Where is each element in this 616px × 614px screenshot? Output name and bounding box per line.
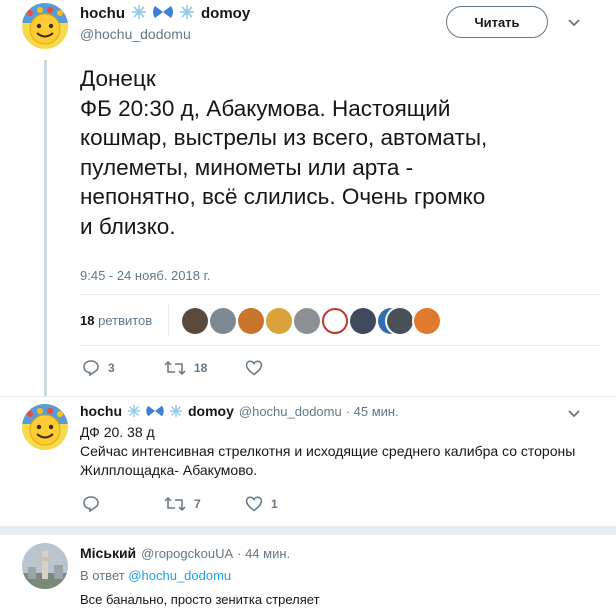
retweeter-avatar[interactable] <box>210 308 236 334</box>
section-separator <box>0 526 616 535</box>
author-handle: @hochu_dodomu <box>238 403 342 419</box>
reply-icon <box>83 496 99 513</box>
retweets-count: 18 <box>80 313 95 328</box>
author-name-right: domoy <box>201 5 251 22</box>
like-count: 1 <box>271 497 278 511</box>
retweeter-avatar[interactable] <box>266 308 292 334</box>
name-emoji-decoration <box>131 4 195 23</box>
avatar-emoji-icon <box>22 404 68 450</box>
retweeter-avatar[interactable] <box>387 308 413 334</box>
retweeter-avatar[interactable] <box>322 308 348 334</box>
like-button[interactable]: 1 <box>245 495 278 513</box>
avatar[interactable] <box>22 543 68 589</box>
retweeter-avatar[interactable] <box>414 308 440 334</box>
tweet-text-line: Донецк <box>80 66 156 91</box>
retweeter-avatar[interactable] <box>238 308 264 334</box>
reply-text-line: Сейчас интенсивная стрелкотня и исходящи… <box>80 443 576 459</box>
chevron-down-icon[interactable] <box>567 18 581 28</box>
retweets-label: ретвитов <box>98 313 153 328</box>
reply-author[interactable]: Міський @ropogckouUA · 44 мин. <box>80 545 290 561</box>
tweet-text-line: ФБ 20:30 д, Абакумова. Настоящий <box>80 95 451 121</box>
retweeter-avatar[interactable] <box>182 308 208 334</box>
chevron-down-icon[interactable] <box>567 409 581 419</box>
reply-icon <box>83 360 99 377</box>
snowflake-butterfly-icon <box>127 404 183 418</box>
tweet-text-line: кошмар, выстрелы из всего, автоматы, <box>80 125 488 150</box>
reply-count: 3 <box>108 361 115 375</box>
retweet-count: 7 <box>194 497 201 511</box>
retweet-button[interactable]: 18 <box>164 359 207 377</box>
thread-connector-line <box>44 60 47 396</box>
reply-to-prefix: В ответ <box>80 568 125 583</box>
reply-button[interactable] <box>82 495 108 513</box>
author-name-left: hochu <box>80 5 125 22</box>
author-name: Міський <box>80 545 137 561</box>
retweet-icon <box>164 496 186 512</box>
main-tweet-text: Донецк ФБ 20:30 д, Абакумова. Настоящий … <box>80 64 600 241</box>
snowflake-butterfly-icon <box>132 5 194 19</box>
avatar-photo-icon <box>22 543 68 589</box>
author-name-right: domoy <box>188 403 234 419</box>
reply-text: Все банально, просто зенитка стреляет <box>80 592 320 607</box>
heart-icon <box>245 360 263 376</box>
avatar-emoji-icon <box>22 3 68 49</box>
retweet-button[interactable]: 7 <box>164 495 201 513</box>
reply-text-line: ДФ 20. 38 д <box>80 424 155 440</box>
tweet-timestamp[interactable]: 9:45 - 24 нояб. 2018 г. <box>80 268 210 283</box>
follow-button[interactable]: Читать <box>446 6 548 38</box>
avatar[interactable] <box>22 3 68 49</box>
divider <box>0 396 616 397</box>
retweeter-avatar[interactable] <box>294 308 320 334</box>
like-button[interactable] <box>245 359 271 377</box>
reply-to-handle-link[interactable]: @hochu_dodomu <box>128 568 231 583</box>
heart-icon <box>245 496 263 512</box>
reply-text: ДФ 20. 38 д Сейчас интенсивная стрелкотн… <box>80 423 600 480</box>
reply-time: · 44 мин. <box>237 545 291 561</box>
retweets-stat[interactable]: 18 ретвитов <box>80 313 152 328</box>
retweeter-avatar[interactable] <box>350 308 376 334</box>
tweet-text-line: пулеметы, минометы или арта - <box>80 154 414 180</box>
author-handle[interactable]: @hochu_dodomu <box>80 26 191 42</box>
avatar[interactable] <box>22 404 68 450</box>
author-name-left: hochu <box>80 403 122 419</box>
author-handle: @ropogckouUA <box>141 545 234 561</box>
tweet-text-line: и близко. <box>80 213 176 239</box>
retweet-count: 18 <box>194 361 208 375</box>
divider <box>168 304 169 336</box>
reply-author[interactable]: hochu domoy @hochu_dodomu · 45 мин. <box>80 403 399 419</box>
reply-text-line: Жилплощадка- Абакумово. <box>80 462 258 478</box>
retweet-icon <box>164 360 186 376</box>
reply-time: · 45 мин. <box>345 403 399 419</box>
reply-to-line: В ответ @hochu_dodomu <box>80 568 231 583</box>
reply-button[interactable]: 3 <box>82 359 115 377</box>
tweet-text-line: непонятно, всё слились. Очень громко <box>80 184 486 209</box>
divider <box>80 345 600 346</box>
main-tweet-author[interactable]: hochu domoy <box>80 4 250 23</box>
divider <box>80 294 600 295</box>
